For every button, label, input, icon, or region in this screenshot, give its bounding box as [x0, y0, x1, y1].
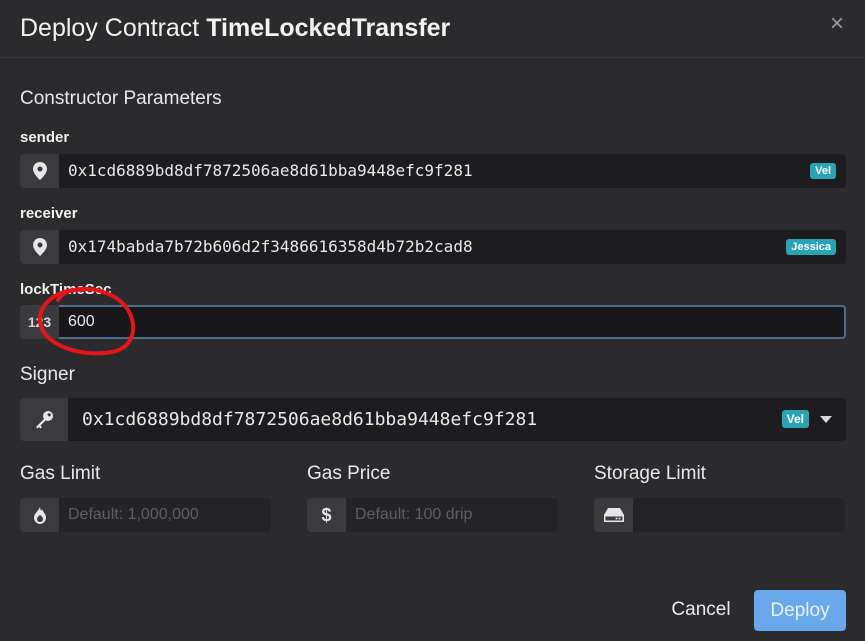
gas-limit-field[interactable]: Default: 1,000,000	[20, 498, 271, 532]
constructor-parameters-heading: Constructor Parameters	[20, 88, 222, 109]
signer-address: 0x1cd6889bd8df7872506ae8d61bba9448efc9f2…	[82, 409, 538, 430]
receiver-label: receiver	[20, 205, 78, 222]
lock-time-sec-value[interactable]: 600	[68, 307, 95, 337]
number-icon: 123	[20, 305, 59, 339]
lock-time-sec-label: lockTimeSec	[20, 281, 112, 298]
key-icon	[20, 398, 68, 441]
cancel-button[interactable]: Cancel	[662, 590, 740, 630]
modal-title: Deploy Contract TimeLockedTransfer	[20, 14, 450, 43]
sender-field[interactable]: 0x1cd6889bd8df7872506ae8d61bba9448efc9f2…	[20, 154, 846, 188]
receiver-address[interactable]: 0x174babda7b72b606d2f3486616358d4b72b2ca…	[68, 230, 473, 264]
flame-icon	[20, 498, 59, 532]
modal-header: Deploy Contract TimeLockedTransfer ×	[0, 0, 865, 58]
gas-price-label: Gas Price	[307, 463, 391, 484]
lock-time-sec-field[interactable]: 123 600	[20, 305, 846, 339]
title-prefix: Deploy Contract	[20, 14, 200, 42]
gas-price-placeholder: Default: 100 drip	[355, 506, 473, 523]
gas-limit-placeholder: Default: 1,000,000	[68, 506, 199, 523]
contract-name: TimeLockedTransfer	[206, 14, 451, 42]
location-pin-icon	[20, 230, 59, 264]
chevron-down-icon[interactable]	[820, 416, 832, 423]
storage-limit-field[interactable]	[594, 498, 845, 532]
signer-label: Signer	[20, 364, 75, 385]
sender-address[interactable]: 0x1cd6889bd8df7872506ae8d61bba9448efc9f2…	[68, 154, 473, 188]
deploy-contract-modal: Deploy Contract TimeLockedTransfer × Con…	[0, 0, 865, 641]
sender-label: sender	[20, 129, 70, 146]
close-icon[interactable]: ×	[827, 12, 847, 36]
hard-drive-icon	[594, 498, 633, 532]
receiver-field[interactable]: 0x174babda7b72b606d2f3486616358d4b72b2ca…	[20, 230, 846, 264]
gas-price-field[interactable]: $ Default: 100 drip	[307, 498, 558, 532]
number-icon-label: 123	[27, 314, 52, 330]
receiver-badge: Jessica	[786, 239, 836, 255]
dollar-icon: $	[307, 498, 346, 532]
dollar-icon-glyph: $	[321, 504, 332, 525]
gas-limit-label: Gas Limit	[20, 463, 101, 484]
location-pin-icon	[20, 154, 59, 188]
deploy-button[interactable]: Deploy	[754, 590, 846, 631]
sender-badge: Vel	[810, 163, 836, 179]
signer-badge: Vel	[781, 410, 809, 428]
signer-select[interactable]: 0x1cd6889bd8df7872506ae8d61bba9448efc9f2…	[20, 398, 846, 441]
storage-limit-label: Storage Limit	[594, 463, 706, 484]
